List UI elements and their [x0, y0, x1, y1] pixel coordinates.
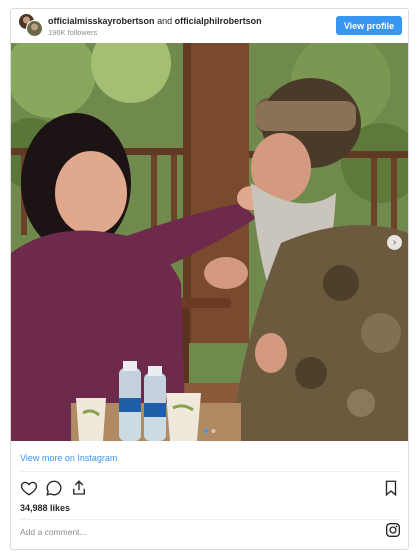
carousel-dots	[204, 429, 215, 433]
carousel-dot	[211, 429, 215, 433]
post-header: officialmisskayrobertson and officialphi…	[11, 9, 408, 42]
view-profile-button[interactable]: View profile	[336, 16, 402, 35]
post-owners: officialmisskayrobertson and officialphi…	[48, 16, 262, 27]
bookmark-icon[interactable]	[382, 479, 400, 497]
comment-icon[interactable]	[45, 479, 63, 497]
username-link[interactable]: officialmisskayrobertson	[48, 16, 155, 26]
share-icon[interactable]	[70, 479, 88, 497]
carousel-next-button[interactable]: ›	[387, 235, 402, 250]
username-link[interactable]: officialphilrobertson	[175, 16, 262, 26]
divider	[20, 471, 400, 472]
instagram-logo-icon[interactable]	[385, 522, 401, 538]
photo-illustration	[11, 43, 408, 441]
like-count: 34,988 likes	[20, 503, 71, 513]
carousel-dot	[204, 429, 208, 433]
view-more-link[interactable]: View more on Instagram	[20, 453, 117, 463]
post-photo[interactable]: ›	[11, 43, 408, 441]
heart-icon[interactable]	[20, 479, 38, 497]
conjunction-text: and	[157, 16, 173, 26]
add-comment-field[interactable]: Add a comment...	[20, 527, 87, 537]
divider	[20, 519, 400, 520]
avatar-group[interactable]	[18, 13, 44, 37]
avatar[interactable]	[26, 20, 43, 37]
chevron-right-icon: ›	[392, 236, 397, 248]
follower-count: 196K followers	[48, 28, 98, 37]
instagram-embed: officialmisskayrobertson and officialphi…	[10, 8, 409, 550]
action-bar	[20, 479, 400, 497]
